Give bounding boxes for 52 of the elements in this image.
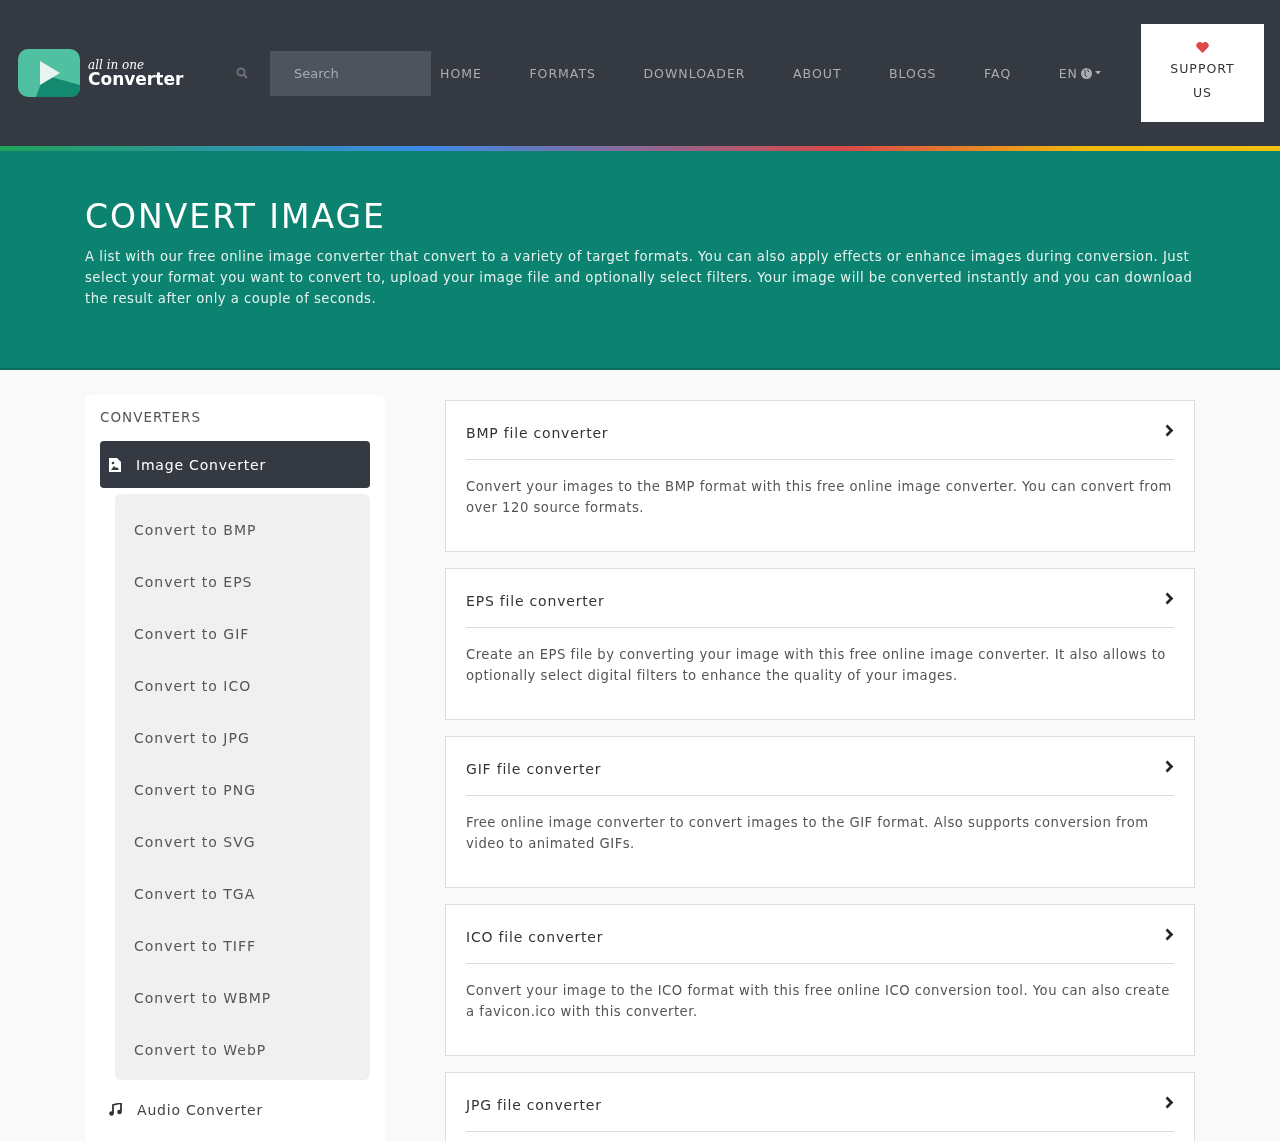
card-description: Convert your image to the ICO format with this free online ICO conversion tool. You can also create a favicon.ico with this converter.	[466, 982, 1171, 1021]
music-note-icon	[109, 1103, 122, 1116]
card-title: JPG file converter	[466, 1095, 602, 1113]
card-title: ICO file converter	[466, 927, 604, 945]
search-field[interactable]: Search	[270, 50, 431, 96]
submenu-link[interactable]: Convert to GIF	[115, 608, 370, 660]
submenu-link[interactable]: Convert to TIFF	[115, 920, 370, 972]
submenu-link[interactable]: Convert to EPS	[115, 556, 370, 608]
submenu-link[interactable]: Convert to TGA	[115, 868, 370, 920]
chevron-right-icon[interactable]	[1165, 592, 1174, 605]
submenu-link[interactable]: Convert to BMP	[115, 504, 370, 556]
card-title: BMP file converter	[466, 423, 609, 441]
sidebar-item[interactable]: Image Converter	[100, 441, 370, 488]
nav-link[interactable]: ABOUT	[793, 65, 842, 81]
converter-card[interactable]: GIF file converter Free online image converter to convert images to the GIF format. Also supports conversion from video to animated GIFs.	[445, 736, 1195, 888]
nav-link[interactable]: FORMATS	[529, 65, 597, 81]
nav-link[interactable]: BLOGS	[889, 65, 937, 81]
nav-link[interactable]: HOME	[440, 65, 482, 81]
submenu-link[interactable]: Convert to WebP	[115, 1024, 370, 1076]
support-button[interactable]: SUPPORT US	[1141, 24, 1264, 122]
language-menu[interactable]: EN	[1058, 65, 1101, 81]
card-description: Convert your images to the BMP format with this free online image converter. You can convert from over 120 source formats.	[466, 478, 1173, 517]
card-title: GIF file converter	[466, 759, 602, 777]
submenu-link[interactable]: Convert to JPG	[115, 712, 370, 764]
card-title: EPS file converter	[466, 591, 605, 609]
logo-text: Converter	[88, 70, 184, 88]
sidebar-item[interactable]: Audio Converter	[100, 1086, 370, 1133]
logo-icon	[18, 49, 80, 97]
submenu-link[interactable]: Convert to WBMP	[115, 972, 370, 1024]
logo-tagline: all in one	[88, 58, 146, 71]
nav-link[interactable]: DOWNLOADER	[643, 65, 746, 81]
chevron-right-icon[interactable]	[1165, 1096, 1174, 1109]
sidebar-heading: CONVERTERS	[100, 409, 203, 425]
nav-link[interactable]: FAQ	[984, 65, 1012, 81]
converter-card[interactable]: BMP file converter Convert your images to the BMP format with this free online image converter. You can convert from over 120 source formats.	[445, 400, 1195, 552]
converter-card[interactable]: ICO file converter Convert your image to the ICO format with this free online ICO conversion tool. You can also create a favicon.ico with this converter.	[445, 904, 1195, 1056]
heart-icon	[1196, 41, 1209, 53]
chevron-right-icon[interactable]	[1165, 928, 1174, 941]
chevron-right-icon[interactable]	[1165, 760, 1174, 773]
image-file-icon	[109, 457, 121, 472]
converter-card[interactable]: EPS file converter Create an EPS file by converting your image with this free online image converter. It also allows to optionally select digital filters to enhance the quality of your images.	[445, 568, 1195, 720]
chevron-right-icon[interactable]	[1165, 424, 1174, 437]
page-title: CONVERT IMAGE	[85, 197, 387, 236]
caret-icon	[1094, 71, 1101, 75]
converter-card[interactable]: JPG file converter	[445, 1072, 1195, 1141]
card-description: Create an EPS file by converting your image with this free online image converter. It also allows to optionally select digital filters to enhance the quality of your images.	[466, 646, 1167, 685]
submenu-link[interactable]: Convert to ICO	[115, 660, 370, 712]
submenu-link[interactable]: Convert to PNG	[115, 764, 370, 816]
page-description: A list with our free online image converter that convert to a variety of target formats. You can also apply effects or enhance images during conversion. Just select your format you want to convert to, upload your image file and optionally select filters. Your image will be converted instantly and you can download the result after only a couple of seconds.	[85, 248, 1194, 308]
globe-icon	[1080, 67, 1092, 79]
card-description: Free online image converter to convert images to the GIF format. Also supports conversion from video to animated GIFs.	[466, 814, 1150, 853]
submenu-link[interactable]: Convert to SVG	[115, 816, 370, 868]
